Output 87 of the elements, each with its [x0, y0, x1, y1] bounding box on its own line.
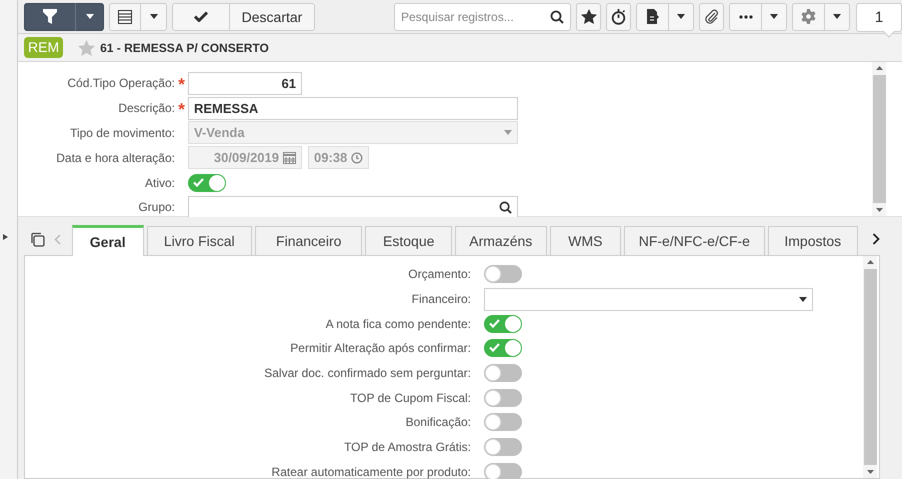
- movement-type-dropdown: V-Venda: [188, 121, 518, 144]
- toggle-switch[interactable]: [484, 462, 522, 479]
- caret-icon: [504, 130, 512, 136]
- field-label: A nota fica como pendente:: [324, 316, 471, 331]
- check-icon: [194, 11, 208, 22]
- scrollbar[interactable]: [872, 62, 886, 216]
- filter-button[interactable]: [24, 2, 76, 30]
- attach-button[interactable]: [699, 2, 724, 30]
- toggle-switch[interactable]: [484, 364, 522, 382]
- copy-icon[interactable]: [30, 232, 45, 246]
- date-field: 30/09/2019: [188, 146, 302, 170]
- caret-icon: [833, 14, 841, 19]
- caret-icon: [150, 14, 158, 19]
- toggle-switch[interactable]: [484, 438, 522, 456]
- more-icon: [738, 14, 752, 18]
- scroll-down-arrow-icon[interactable]: [866, 470, 874, 474]
- record-badge: REM: [24, 37, 64, 58]
- field-label: Data e hora alteração:: [55, 150, 175, 165]
- star-icon[interactable]: [78, 40, 96, 56]
- scroll-up-arrow-icon[interactable]: [876, 66, 882, 70]
- required-mark: *: [177, 101, 186, 116]
- toggle-switch[interactable]: [484, 314, 522, 333]
- check-icon: [193, 178, 204, 187]
- description-field[interactable]: REMESSA: [188, 96, 518, 120]
- tab[interactable]: Geral: [72, 225, 144, 256]
- filter-icon: [43, 9, 57, 24]
- check-icon: [489, 343, 500, 352]
- toggle-switch[interactable]: [484, 388, 522, 407]
- caret-icon: [677, 14, 685, 19]
- toggle-switch[interactable]: [484, 413, 522, 432]
- check-icon: [489, 318, 500, 328]
- field-label: Financeiro:: [410, 292, 471, 306]
- toggle-switch[interactable]: [484, 265, 522, 284]
- scrollbar[interactable]: [863, 256, 877, 478]
- field-label: Cód.Tipo Operação:: [66, 76, 175, 90]
- caret-icon: [770, 14, 778, 19]
- tab[interactable]: Armazéns: [455, 226, 547, 255]
- caret-icon: [799, 296, 807, 302]
- paperclip-icon: [704, 8, 720, 24]
- caret-icon: [86, 14, 94, 19]
- tab[interactable]: Financeiro: [255, 226, 362, 255]
- field-label: Salvar doc. confirmado sem perguntar:: [263, 366, 471, 380]
- record-counter: 1: [856, 3, 902, 37]
- field-label: Grupo:: [137, 200, 175, 214]
- toggle-switch[interactable]: [484, 339, 522, 358]
- tab[interactable]: Estoque: [365, 226, 452, 255]
- field-label: Orçamento:: [407, 267, 471, 282]
- more-button[interactable]: [729, 2, 762, 30]
- field-label: Ativo:: [144, 176, 175, 190]
- field-label: TOP de Cupom Fiscal:: [349, 390, 471, 405]
- calendar-icon: [283, 152, 296, 164]
- tab[interactable]: NF-e/NFC-e/CF-e: [624, 226, 764, 255]
- chevron-right-icon[interactable]: [872, 233, 880, 245]
- required-mark: *: [177, 76, 186, 90]
- star-icon: [580, 9, 596, 24]
- search-field[interactable]: Pesquisar registros...: [394, 2, 571, 30]
- tab[interactable]: Impostos: [768, 226, 858, 255]
- record-title: 61 - REMESSA P/ CONSERTO: [100, 40, 269, 54]
- settings-icon: [801, 9, 816, 24]
- document-button[interactable]: [636, 2, 669, 30]
- group-lookup-field[interactable]: [188, 196, 518, 219]
- time-field: 09:38: [308, 146, 369, 170]
- table-icon: [118, 10, 132, 24]
- field-label: Tipo de movimento:: [69, 126, 175, 140]
- document-icon: [646, 9, 658, 24]
- tab[interactable]: Livro Fiscal: [146, 226, 252, 255]
- field-label: TOP de Amostra Grátis:: [343, 440, 471, 454]
- dropdown-button[interactable]: [75, 2, 104, 30]
- favorite-button[interactable]: [576, 2, 601, 30]
- timer-button[interactable]: [606, 2, 631, 30]
- field-label: Descrição:: [117, 101, 175, 116]
- code-field[interactable]: 61: [188, 72, 302, 95]
- field-label: Bonificação:: [404, 415, 471, 430]
- discard-button[interactable]: Descartar: [229, 2, 315, 30]
- expand-arrow-icon[interactable]: [3, 234, 8, 240]
- scroll-up-arrow-icon[interactable]: [866, 260, 874, 264]
- toggle-switch[interactable]: [188, 174, 226, 192]
- search-icon: [550, 10, 564, 24]
- clock-icon: [351, 152, 363, 164]
- field-label: Permitir Alteração após confirmar:: [289, 341, 471, 356]
- scroll-down-arrow-icon[interactable]: [876, 208, 882, 212]
- stopwatch-icon: [611, 8, 626, 25]
- tab[interactable]: WMS: [550, 226, 622, 255]
- confirm-button[interactable]: [172, 2, 230, 30]
- search-icon: [499, 200, 512, 214]
- grid-view-button[interactable]: [109, 2, 141, 30]
- field-label: Ratear automaticamente por produto:: [270, 464, 471, 479]
